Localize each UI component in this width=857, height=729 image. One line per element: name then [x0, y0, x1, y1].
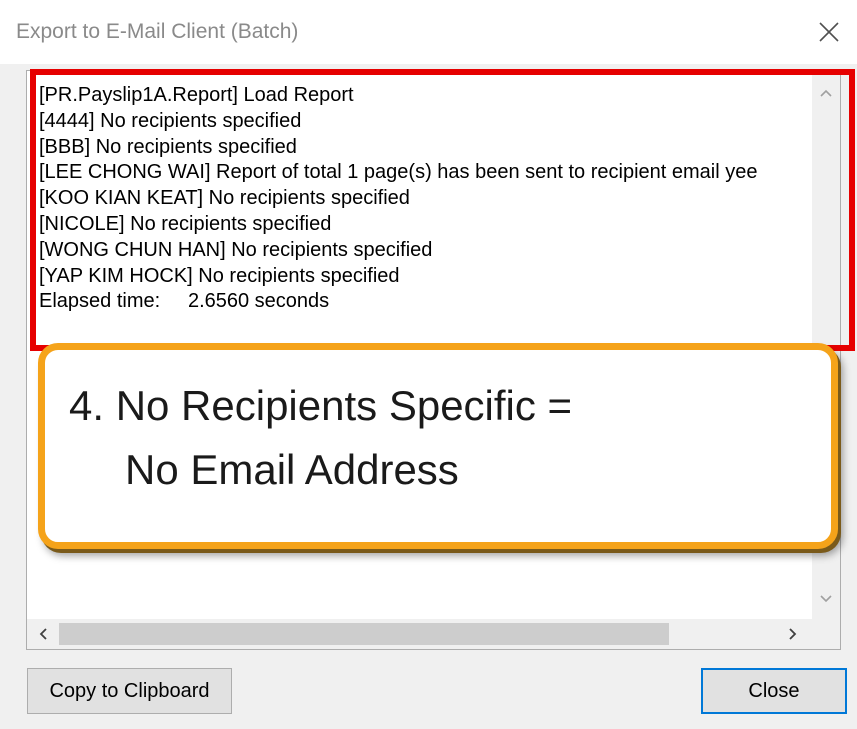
log-line: [WONG CHUN HAN] No recipients specified: [39, 238, 433, 261]
close-button[interactable]: Close: [701, 668, 847, 714]
annotation-callout: 4. No Recipients Specific = No Email Add…: [38, 343, 838, 549]
close-window-button[interactable]: [811, 14, 847, 50]
log-line: [4444] No recipients specified: [39, 109, 302, 132]
log-line: [KOO KIAN KEAT] No recipients specified: [39, 187, 410, 210]
chevron-right-icon: [789, 628, 797, 640]
copy-to-clipboard-button[interactable]: Copy to Clipboard: [27, 668, 232, 714]
scroll-left-button[interactable]: [29, 619, 57, 649]
log-line: [BBB] No recipients specified: [39, 135, 297, 158]
title-bar: Export to E-Mail Client (Batch): [0, 0, 857, 64]
export-email-dialog: Export to E-Mail Client (Batch) [PR.Pays…: [0, 0, 857, 729]
scroll-up-button[interactable]: [812, 79, 840, 107]
chevron-up-icon: [820, 89, 832, 97]
log-line: [LEE CHONG WAI] Report of total 1 page(s…: [39, 161, 758, 184]
annotation-line-1: 4. No Recipients Specific =: [69, 382, 573, 429]
horizontal-scrollbar[interactable]: [27, 619, 840, 649]
scroll-down-button[interactable]: [812, 585, 840, 613]
close-icon: [819, 22, 839, 42]
log-line: [YAP KIM HOCK] No recipients specified: [39, 264, 400, 287]
scroll-right-button[interactable]: [779, 619, 807, 649]
horizontal-scroll-thumb[interactable]: [59, 623, 669, 645]
window-title: Export to E-Mail Client (Batch): [16, 20, 299, 43]
log-line: [NICOLE] No recipients specified: [39, 212, 332, 235]
log-line: Elapsed time: 2.6560 seconds: [39, 290, 330, 313]
annotation-line-2: No Email Address: [125, 446, 459, 493]
log-line: [PR.Payslip1A.Report] Load Report: [39, 84, 354, 106]
chevron-left-icon: [39, 628, 47, 640]
chevron-down-icon: [820, 595, 832, 603]
